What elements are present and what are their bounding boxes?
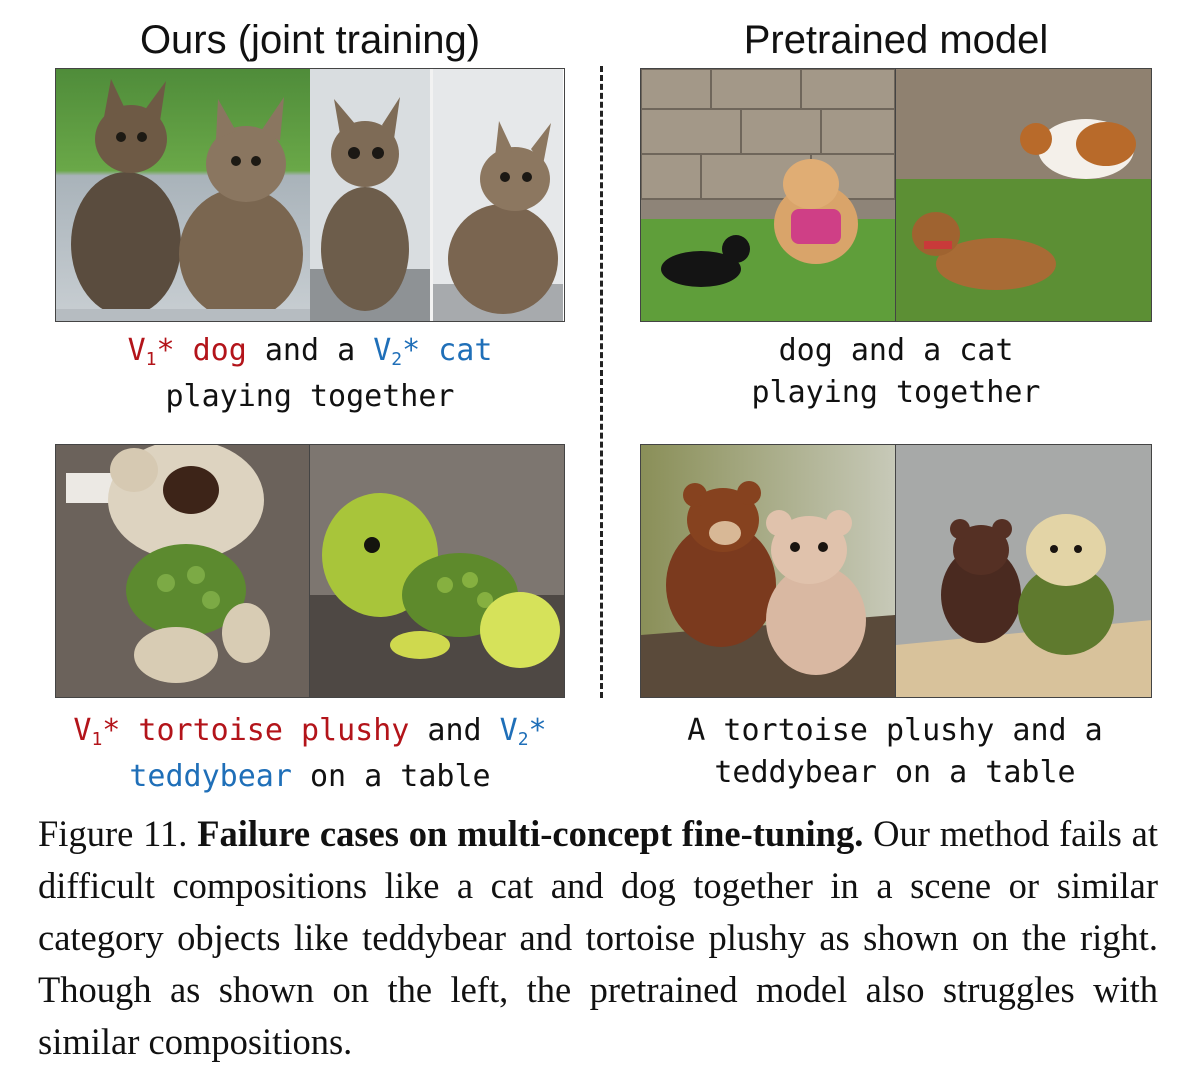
concept-token-v2-prefix: V2* <box>499 713 547 750</box>
generated-image-pretrained-tortoise-teddy-1 <box>641 445 896 697</box>
prompt-caption-ours-tortoise-teddy: V1* tortoise plushy and V2* teddybear on… <box>73 713 547 794</box>
generated-image-ours-tortoise-teddy-2 <box>309 445 564 697</box>
generated-image-ours-dog-cat-1 <box>56 69 310 321</box>
image-panel-ours-dog-cat <box>55 68 565 322</box>
column-divider <box>600 66 603 698</box>
concept-token-v1: V1* dog <box>127 333 247 370</box>
prompt-caption-pretrained-tortoise-teddy: A tortoise plushy and a teddybear on a t… <box>687 713 1103 790</box>
generated-image-pretrained-dog-cat-2 <box>895 69 1151 321</box>
generated-image-ours-tortoise-teddy-1 <box>56 445 310 697</box>
concept-token-v1: V1* tortoise plushy <box>73 713 410 750</box>
image-panel-ours-tortoise-teddy <box>55 444 565 698</box>
concept-token-v2: teddybear <box>129 759 292 794</box>
figure-caption-title: Failure cases on multi-concept fine-tuni… <box>197 813 864 854</box>
figure-label: Figure 11. <box>38 813 198 854</box>
generated-image-ours-dog-cat-3 <box>433 69 563 321</box>
prompt-caption-pretrained-dog-cat: dog and a cat playing together <box>751 333 1041 410</box>
prompt-caption-ours-dog-cat: V1* dog and a V2* cat playing together <box>127 333 493 414</box>
column-title-pretrained: Pretrained model <box>743 18 1049 62</box>
figure-caption: Figure 11. Failure cases on multi-concep… <box>38 808 1158 1068</box>
concept-token-v2: V2* cat <box>373 333 493 370</box>
column-title-ours: Ours (joint training) <box>139 18 481 62</box>
generated-image-ours-dog-cat-2 <box>310 69 430 321</box>
image-panel-pretrained-tortoise-teddy <box>640 444 1152 698</box>
generated-image-pretrained-tortoise-teddy-2 <box>895 445 1151 697</box>
image-panel-pretrained-dog-cat <box>640 68 1152 322</box>
generated-image-pretrained-dog-cat-1 <box>641 69 896 321</box>
